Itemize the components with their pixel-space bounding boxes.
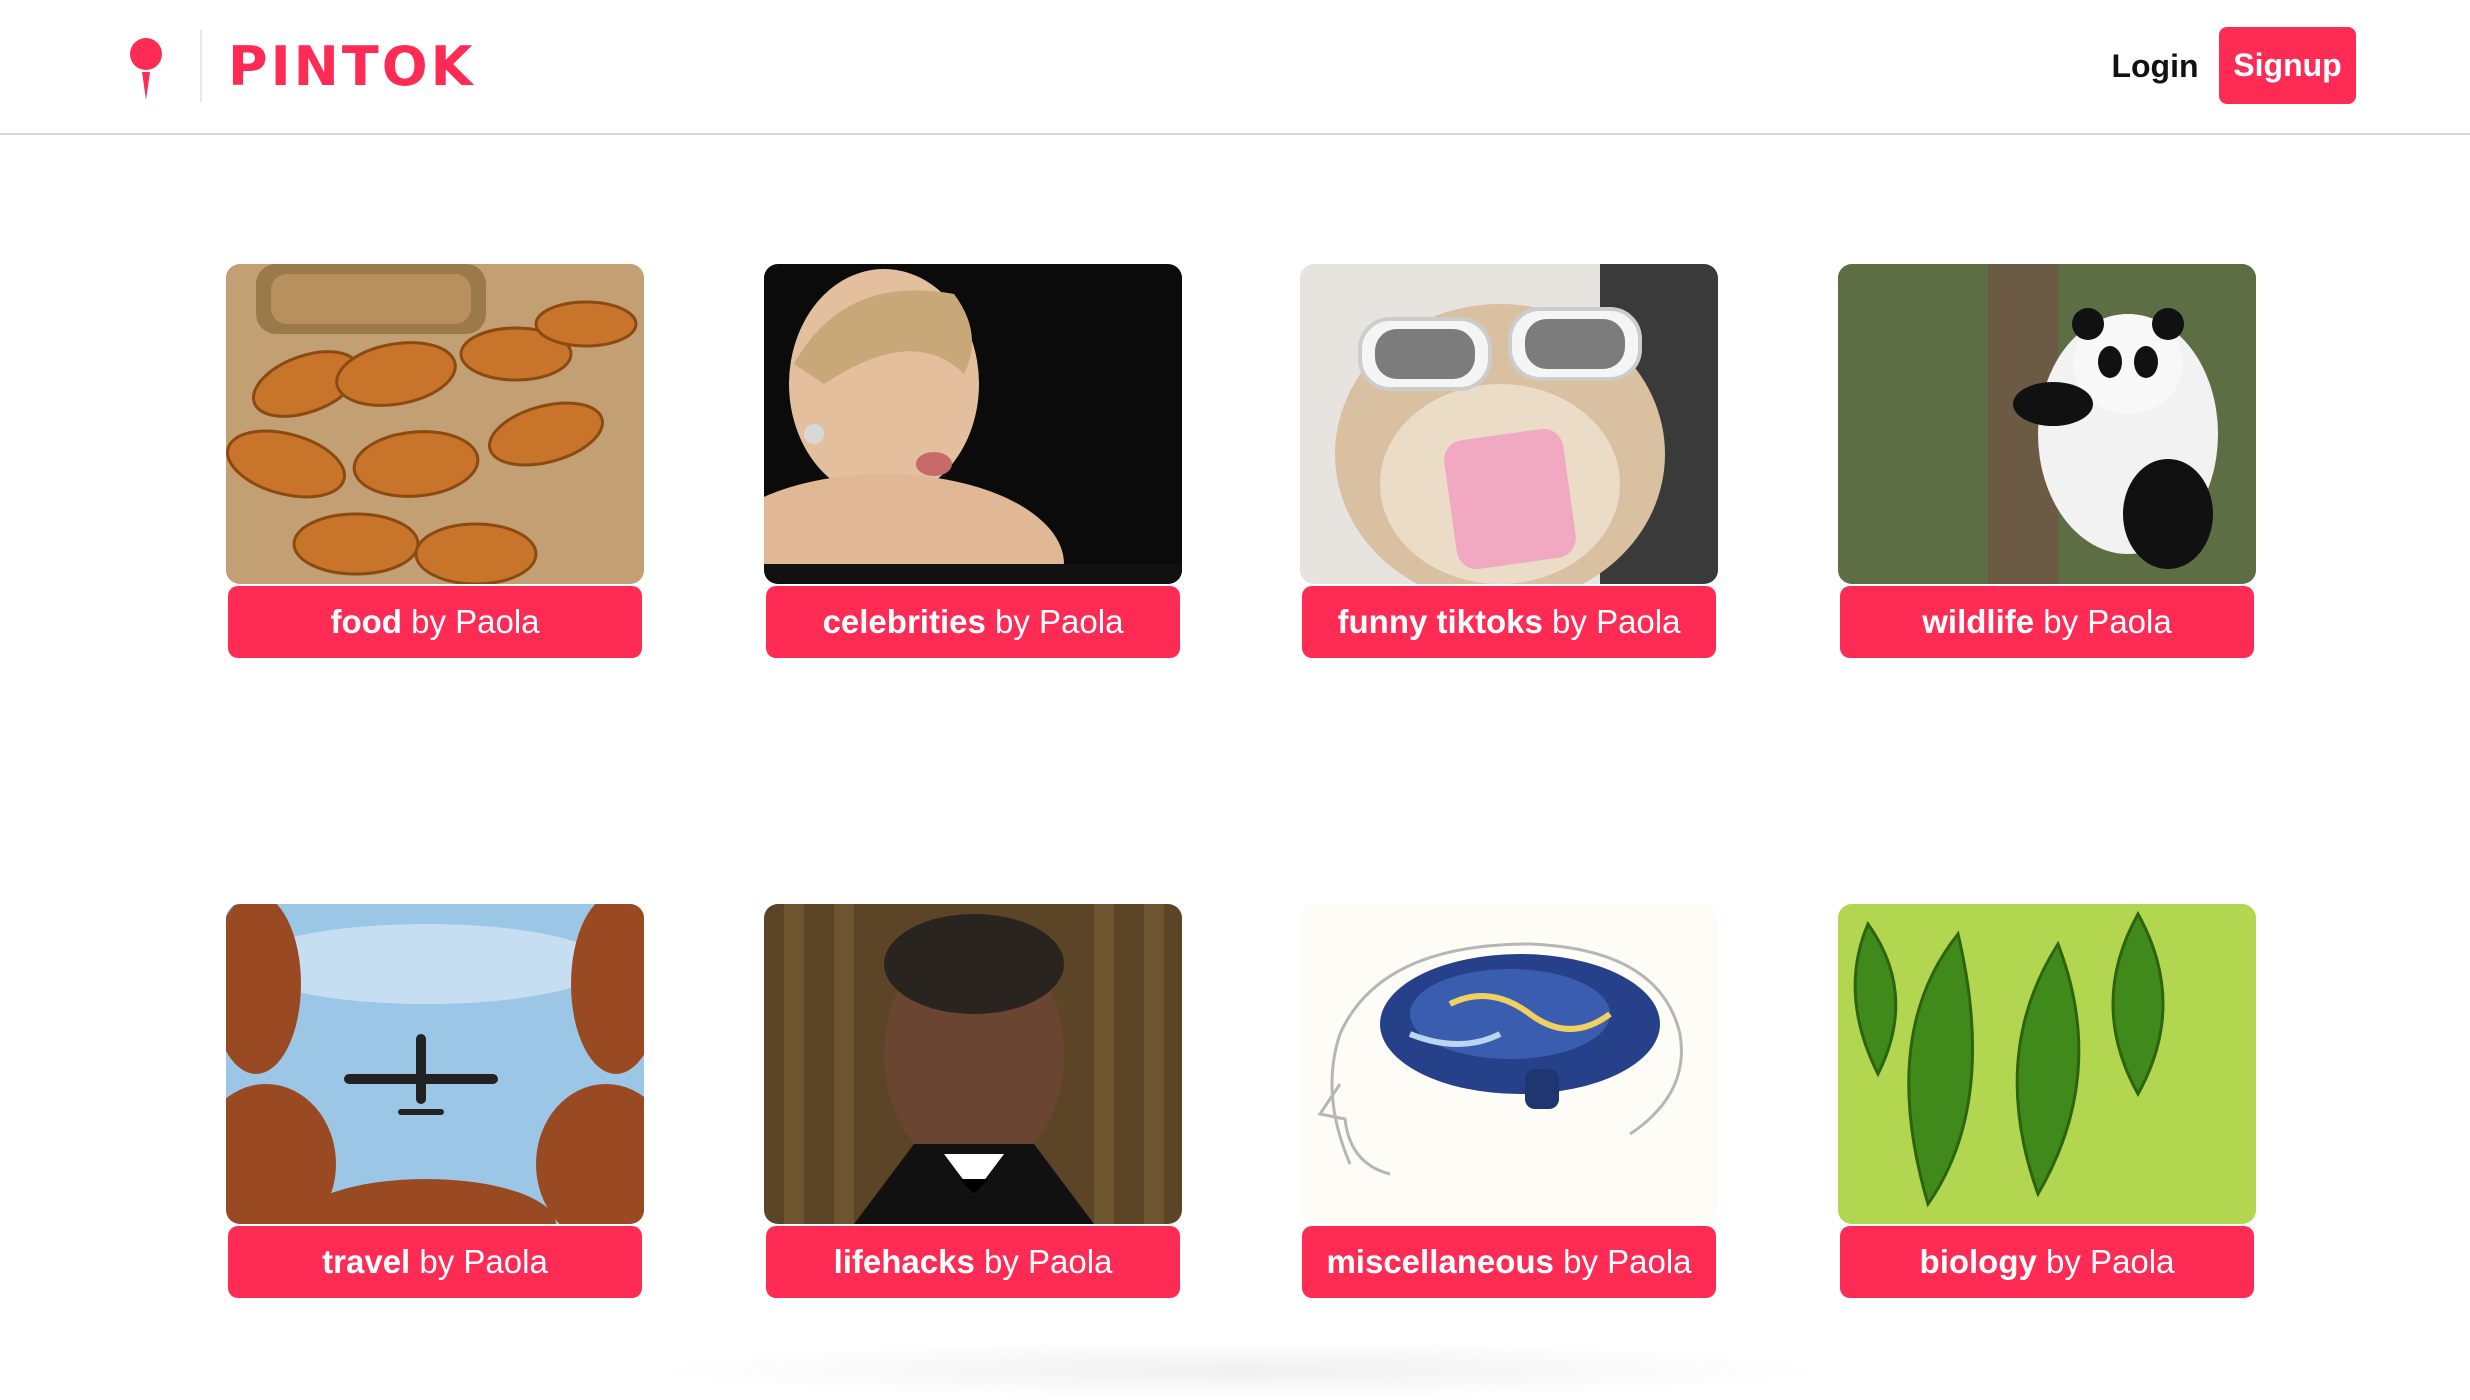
board-card-funny-tiktoks[interactable]: funny tiktoks by Paola [1300, 264, 1718, 659]
board-author: by Paola [411, 603, 540, 640]
board-author: by Paola [419, 1243, 548, 1280]
board-author: by Paola [2043, 603, 2172, 640]
top-navbar: PINTOK Login Signup [0, 0, 2470, 135]
board-author: by Paola [983, 1243, 1113, 1280]
board-topic: lifehacks [833, 1243, 975, 1280]
board-topic: celebrities [822, 603, 986, 640]
board-label-button[interactable]: miscellaneous by Paola [1302, 1226, 1716, 1298]
board-card-celebrities[interactable]: celebrities by Paola [764, 264, 1182, 659]
board-thumbnail-celebrity[interactable] [764, 264, 1182, 584]
board-topic: biology [1919, 1243, 2037, 1280]
board-label-button[interactable]: food by Paola [228, 586, 642, 658]
board-topic: travel [322, 1243, 411, 1280]
board-thumbnail-man[interactable] [764, 904, 1182, 1224]
board-author: by Paola [1552, 603, 1681, 640]
board-thumbnail-airplane[interactable] [226, 904, 644, 1224]
signup-button[interactable]: Signup [2219, 27, 2356, 104]
board-author: by Paola [2046, 1243, 2175, 1280]
board-label-button[interactable]: lifehacks by Paola [766, 1226, 1180, 1298]
brand-logo-text[interactable]: PINTOK [228, 34, 475, 100]
footer-shadow [640, 1340, 1840, 1400]
board-label-button[interactable]: travel by Paola [228, 1226, 642, 1298]
board-thumbnail-croissants[interactable] [226, 264, 644, 584]
board-thumbnail-hamster[interactable] [1300, 264, 1718, 584]
board-label-button[interactable]: biology by Paola [1840, 1226, 2254, 1298]
board-card-biology[interactable]: biology by Paola [1838, 904, 2256, 1299]
board-thumbnail-brain[interactable] [1300, 904, 1718, 1224]
board-thumbnail-leaves[interactable] [1838, 904, 2256, 1224]
board-thumbnail-panda[interactable] [1838, 264, 2256, 584]
board-card-food[interactable]: food by Paola [226, 264, 644, 659]
logo-divider [200, 30, 202, 102]
map-pin-icon[interactable] [126, 36, 166, 102]
board-topic: wildlife [1922, 603, 2035, 640]
login-button[interactable]: Login [2100, 28, 2210, 104]
board-card-lifehacks[interactable]: lifehacks by Paola [764, 904, 1182, 1299]
board-author: by Paola [995, 603, 1124, 640]
board-label-button[interactable]: wildlife by Paola [1840, 586, 2254, 658]
board-card-wildlife[interactable]: wildlife by Paola [1838, 264, 2256, 659]
board-topic: funny tiktoks [1337, 603, 1543, 640]
board-topic: food [330, 603, 402, 640]
board-author: by Paola [1563, 1243, 1692, 1280]
board-topic: miscellaneous [1326, 1243, 1554, 1280]
board-card-miscellaneous[interactable]: miscellaneous by Paola [1300, 904, 1718, 1299]
board-label-button[interactable]: celebrities by Paola [766, 586, 1180, 658]
board-card-travel[interactable]: travel by Paola [226, 904, 644, 1299]
board-label-button[interactable]: funny tiktoks by Paola [1302, 586, 1716, 658]
